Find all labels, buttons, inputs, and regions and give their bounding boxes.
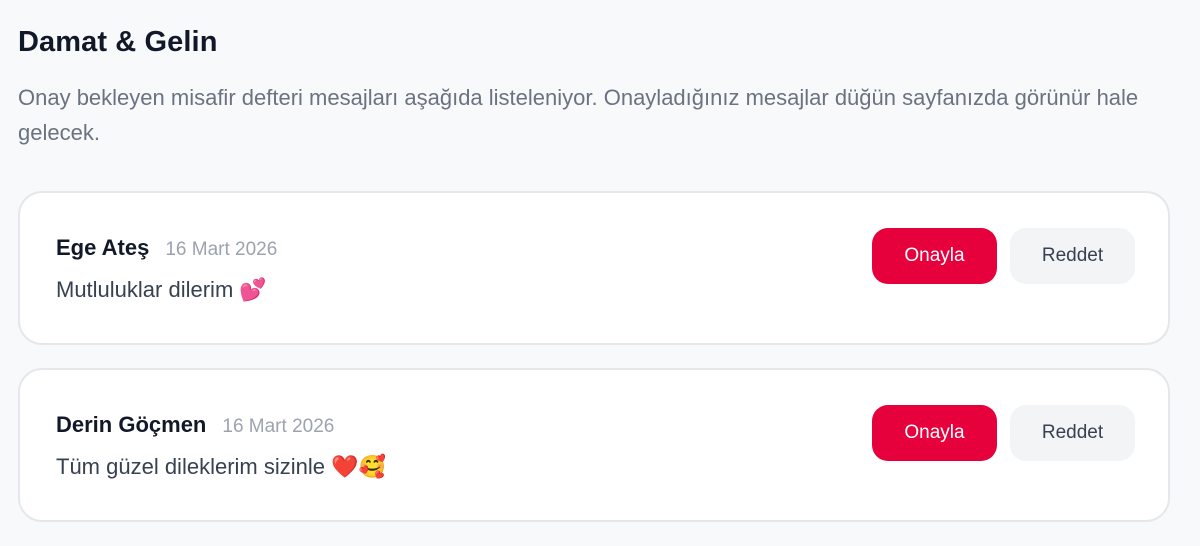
approve-button[interactable]: Onayla — [872, 405, 997, 461]
two-hearts-emoji-icon: 💕 — [239, 278, 267, 303]
approve-button[interactable]: Onayla — [872, 228, 997, 284]
message-text-row: Tüm güzel dileklerim sizinle ❤️🥰 — [56, 454, 386, 480]
message-date: 16 Mart 2026 — [165, 239, 278, 260]
message-text-row: Mutluluklar dilerim 💕 — [56, 277, 267, 303]
page-title: Damat & Gelin — [18, 26, 218, 58]
page-description: Onay bekleyen misafir defteri mesajları … — [18, 85, 1139, 145]
reject-button[interactable]: Reddet — [1010, 228, 1135, 284]
message-meta: Ege Ateş 16 Mart 2026 — [56, 235, 277, 261]
guestbook-approval-page: Damat & Gelin Onay bekleyen misafir deft… — [0, 0, 1200, 546]
reject-button[interactable]: Reddet — [1010, 405, 1135, 461]
heart-and-smiling-face-emoji-icon: ❤️🥰 — [331, 455, 386, 480]
guest-name: Ege Ateş — [56, 235, 150, 260]
message-text: Mutluluklar dilerim — [56, 277, 234, 302]
guest-name: Derin Göçmen — [56, 412, 207, 437]
message-date: 16 Mart 2026 — [222, 416, 335, 437]
message-card: Ege Ateş 16 Mart 2026 Mutluluklar dileri… — [18, 191, 1170, 345]
message-text: Tüm güzel dileklerim sizinle — [56, 454, 325, 479]
message-card: Derin Göçmen 16 Mart 2026 Tüm güzel dile… — [18, 368, 1170, 522]
message-meta: Derin Göçmen 16 Mart 2026 — [56, 412, 334, 438]
